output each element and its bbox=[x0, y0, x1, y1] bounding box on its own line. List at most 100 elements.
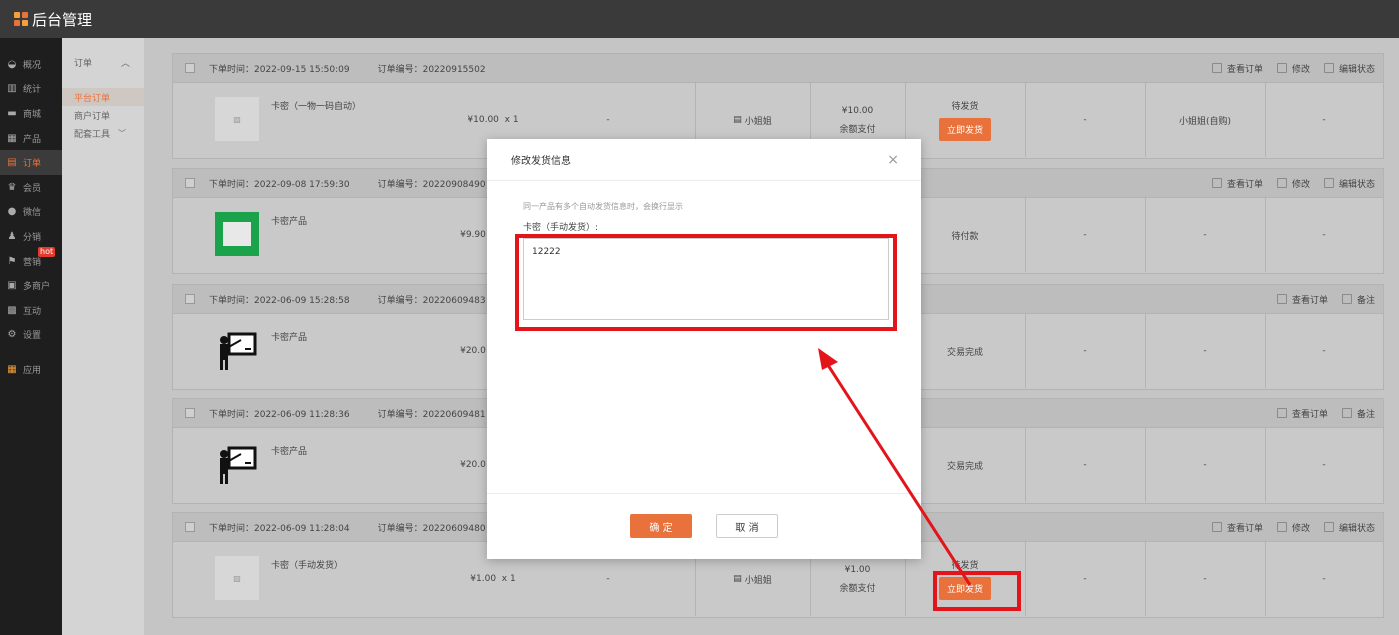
col-c: - bbox=[1322, 346, 1326, 356]
status-icon bbox=[1323, 178, 1334, 188]
sidebar-item-interact[interactable]: ▩ 互动 bbox=[0, 298, 62, 323]
sidebar-item-label: 分销 bbox=[23, 232, 42, 243]
view-order-link[interactable]: 查看订单 bbox=[1276, 293, 1328, 306]
edit-link[interactable]: 修改 bbox=[1276, 177, 1310, 190]
view-icon bbox=[1276, 408, 1287, 418]
edit-shipping-dialog: 修改发货信息 × 同一产品有多个自动发货信息时，会换行显示 卡密（手动发货）: … bbox=[487, 139, 921, 559]
note-label: 备注 bbox=[1356, 295, 1375, 306]
price: ¥1.00 bbox=[470, 574, 497, 584]
user-icon: ▤ bbox=[733, 115, 742, 125]
order-status: 交易完成 bbox=[946, 461, 983, 472]
sidebar-item-products[interactable]: ▦ 产品 bbox=[0, 126, 62, 151]
confirm-button[interactable]: 确 定 bbox=[630, 514, 692, 538]
sidebar-item-label: 微信 bbox=[23, 208, 42, 219]
edit-link[interactable]: 修改 bbox=[1276, 521, 1310, 534]
edit-icon bbox=[1276, 522, 1287, 532]
col-a: - bbox=[1083, 574, 1087, 584]
order-number: 订单编号：20220609483 bbox=[377, 295, 486, 306]
shop-icon: ▣ bbox=[7, 280, 17, 292]
view-order-label: 查看订单 bbox=[1226, 64, 1263, 75]
sidebar-item-stats[interactable]: ▥ 统计 bbox=[0, 77, 62, 102]
quantity: x 1 bbox=[504, 115, 519, 125]
view-icon bbox=[1211, 63, 1222, 73]
highlight-box-textarea bbox=[515, 234, 897, 331]
teacher-board-image bbox=[215, 328, 259, 372]
edit-status-link[interactable]: 编辑状态 bbox=[1323, 62, 1375, 75]
payment-method: 余额支付 bbox=[839, 124, 876, 135]
sidebar-item-mall[interactable]: ▬ 商城 bbox=[0, 101, 62, 126]
order-checkbox[interactable] bbox=[185, 408, 195, 418]
edit-status-label: 编辑状态 bbox=[1338, 523, 1375, 534]
order-time: 下单时间：2022-09-08 17:59:30 bbox=[209, 179, 350, 190]
note-link[interactable]: 备注 bbox=[1341, 407, 1375, 420]
sidebar-item-label: 概况 bbox=[23, 60, 42, 71]
dialog-hint: 同一产品有多个自动发货信息时，会换行显示 bbox=[523, 202, 683, 211]
top-bar: 后台管理 bbox=[0, 0, 1399, 38]
order-number: 订单编号：20220908490 bbox=[377, 179, 486, 190]
sidebar-item-label: 应用 bbox=[23, 365, 42, 376]
ship-now-button[interactable]: 立即发货 bbox=[938, 118, 991, 141]
note-link[interactable]: 备注 bbox=[1341, 293, 1375, 306]
dashboard-icon: ◒ bbox=[7, 58, 17, 70]
order-status: 待发货 bbox=[951, 561, 979, 571]
sidebar-item-label: 订单 bbox=[23, 159, 42, 170]
col-b: - bbox=[1203, 346, 1207, 356]
view-order-link[interactable]: 查看订单 bbox=[1211, 62, 1263, 75]
product-name: 卡密产品 bbox=[271, 447, 308, 457]
view-order-link[interactable]: 查看订单 bbox=[1276, 407, 1328, 420]
view-order-label: 查看订单 bbox=[1291, 295, 1328, 306]
order-checkbox[interactable] bbox=[185, 294, 195, 304]
view-icon bbox=[1211, 522, 1222, 532]
product-image: ▨ bbox=[215, 97, 259, 141]
cancel-button[interactable]: 取 消 bbox=[716, 514, 778, 538]
view-order-link[interactable]: 查看订单 bbox=[1211, 521, 1263, 534]
sidebar-item-label: 会员 bbox=[23, 183, 42, 194]
view-order-link[interactable]: 查看订单 bbox=[1211, 177, 1263, 190]
sidebar-item-orders[interactable]: ▤ 订单 bbox=[0, 150, 62, 175]
note-icon bbox=[1341, 294, 1352, 304]
submenu-group-orders[interactable]: 订单 ︿ bbox=[62, 56, 144, 88]
edit-icon bbox=[1276, 63, 1287, 73]
note-label: 备注 bbox=[1356, 409, 1375, 420]
sidebar-item-label: 互动 bbox=[23, 306, 42, 317]
sidebar-item-wechat[interactable]: ● 微信 bbox=[0, 200, 62, 225]
note-icon bbox=[1341, 408, 1352, 418]
view-order-label: 查看订单 bbox=[1226, 179, 1263, 190]
highlight-box-ship-button bbox=[933, 571, 1021, 611]
product-name: 卡密（一物一码自动） bbox=[271, 102, 362, 112]
apps-icon: ▦ bbox=[7, 363, 17, 375]
order-number: 订单编号：20220915502 bbox=[377, 64, 486, 75]
order-checkbox[interactable] bbox=[185, 522, 195, 532]
edit-label: 修改 bbox=[1291, 523, 1310, 534]
sidebar-item-marketing[interactable]: ⚑ 营销 hot bbox=[0, 246, 62, 274]
chevron-up-icon: ︿ bbox=[120, 59, 130, 69]
order-checkbox[interactable] bbox=[185, 178, 195, 188]
submenu-item-tools[interactable]: 配套工具 ﹀ bbox=[62, 124, 144, 142]
sidebar-item-settings[interactable]: ⚙ 设置 bbox=[0, 323, 62, 348]
view-icon bbox=[1276, 294, 1287, 304]
sidebar-item-apps[interactable]: ▦ 应用 bbox=[0, 357, 62, 382]
edit-link[interactable]: 修改 bbox=[1276, 62, 1310, 75]
sidebar-item-distribution[interactable]: ♟ 分销 bbox=[0, 224, 62, 249]
edit-status-label: 编辑状态 bbox=[1338, 179, 1375, 190]
col-b: - bbox=[1203, 574, 1207, 584]
close-icon[interactable]: × bbox=[887, 152, 899, 168]
submenu-item-merchant-orders[interactable]: 商户订单 bbox=[62, 106, 144, 124]
interact-icon: ▩ bbox=[7, 304, 17, 316]
dialog-header: 修改发货信息 × bbox=[487, 139, 921, 181]
order-checkbox[interactable] bbox=[185, 63, 195, 73]
flag-icon: ⚑ bbox=[7, 255, 17, 267]
edit-status-link[interactable]: 编辑状态 bbox=[1323, 521, 1375, 534]
submenu-item-platform-orders[interactable]: 平台订单 bbox=[62, 88, 144, 106]
edit-icon bbox=[1276, 178, 1287, 188]
sidebar-item-members[interactable]: ♛ 会员 bbox=[0, 175, 62, 200]
status-cell: 待发货 立即发货 bbox=[905, 83, 1025, 157]
submenu-tools-label: 配套工具 bbox=[74, 129, 111, 140]
image-placeholder-icon: ▨ bbox=[233, 114, 241, 124]
image-placeholder-icon: ▨ bbox=[233, 573, 241, 583]
sidebar-item-overview[interactable]: ◒ 概况 bbox=[0, 52, 62, 77]
submenu: 订单 ︿ 平台订单 商户订单 配套工具 ﹀ bbox=[62, 38, 144, 635]
order-header: 下单时间：2022-09-15 15:50:09 订单编号：2022091550… bbox=[172, 53, 1384, 83]
sidebar-item-merchants[interactable]: ▣ 多商户 bbox=[0, 273, 62, 298]
edit-status-link[interactable]: 编辑状态 bbox=[1323, 177, 1375, 190]
